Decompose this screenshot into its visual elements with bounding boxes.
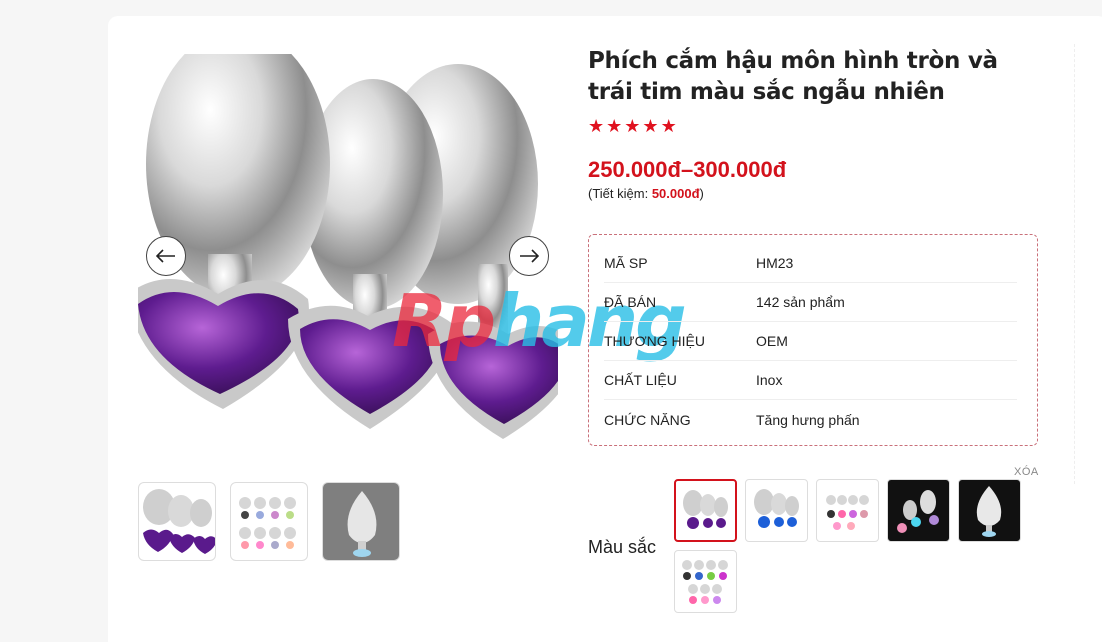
swatch-mixed-pink[interactable] — [816, 479, 879, 542]
sidebar-edge — [1074, 44, 1102, 484]
rainbow-set-swatch-image — [682, 560, 728, 604]
spec-key: Chất liệu — [604, 372, 677, 388]
spec-key: Đã bán — [604, 294, 657, 310]
star-icon: ★ — [606, 116, 623, 136]
swatch-purple-hearts[interactable] — [674, 479, 737, 542]
blue-hearts-swatch-image — [754, 489, 799, 528]
spec-row-sku: Mã SP HM23 — [604, 244, 1017, 283]
spec-row-material: Chất liệu Inox — [604, 361, 1017, 400]
spec-row-sold: Đã bán 142 sản phẩm — [604, 283, 1017, 322]
star-icon: ★ — [588, 116, 605, 136]
thumbnail-purple-hearts[interactable] — [138, 482, 216, 561]
star-icon: ★ — [660, 116, 677, 136]
single-plug-thumbnail-image — [347, 491, 377, 557]
arrow-right-icon — [520, 249, 539, 263]
spec-row-function: Chức năng Tăng hưng phấn — [604, 400, 1017, 439]
star-icon: ★ — [624, 116, 641, 136]
assorted-colors-thumbnail-image — [239, 497, 296, 549]
mixed-pink-swatch-image — [826, 495, 869, 530]
dark-assorted-swatch-image — [897, 490, 939, 533]
spec-key: Chức năng — [604, 411, 691, 428]
thumbnail-single-plug[interactable] — [322, 482, 400, 561]
saving-text: (Tiết kiệm: 50.000đ) — [588, 186, 704, 201]
rating-stars: ★ ★ ★ ★ ★ — [588, 116, 677, 136]
single-plug-swatch-image — [976, 486, 1002, 537]
spec-value: Inox — [756, 372, 783, 388]
spec-key: Mã SP — [604, 255, 648, 271]
clear-selection-link[interactable]: XÓA — [1014, 466, 1039, 478]
gallery-thumbnails — [138, 482, 400, 561]
saving-amount: 50.000đ — [651, 186, 700, 201]
spec-table: Mã SP HM23 Đã bán 142 sản phẩm Thương hi… — [588, 234, 1038, 446]
product-title: Phích cắm hậu môn hình tròn và trái tim … — [588, 48, 998, 105]
spec-value: Tăng hưng phấn — [756, 411, 860, 428]
gallery-prev-button[interactable] — [146, 236, 186, 276]
spec-value: HM23 — [756, 255, 794, 271]
color-swatches — [674, 479, 1034, 613]
product-price: 250.000đ–300.000đ — [588, 157, 787, 182]
spec-value: OEM — [756, 333, 788, 349]
spec-key: Thương hiệu — [604, 333, 705, 349]
purple-hearts-thumbnail-image — [143, 489, 215, 554]
variation-label: Màu sắc — [588, 537, 657, 557]
product-main-image[interactable] — [138, 54, 558, 454]
arrow-left-icon — [156, 249, 175, 263]
swatch-dark-assorted[interactable] — [887, 479, 950, 542]
swatch-rainbow-set[interactable] — [674, 550, 737, 613]
spec-row-brand: Thương hiệu OEM — [604, 322, 1017, 361]
purple-hearts-swatch-image — [683, 490, 728, 529]
star-icon: ★ — [642, 116, 659, 136]
swatch-blue-hearts[interactable] — [745, 479, 808, 542]
swatch-single-plug[interactable] — [958, 479, 1021, 542]
spec-value: 142 sản phẩm — [756, 294, 845, 310]
gallery-next-button[interactable] — [509, 236, 549, 276]
heart-plugs-photo — [138, 54, 558, 439]
thumbnail-assorted-colors[interactable] — [230, 482, 308, 561]
